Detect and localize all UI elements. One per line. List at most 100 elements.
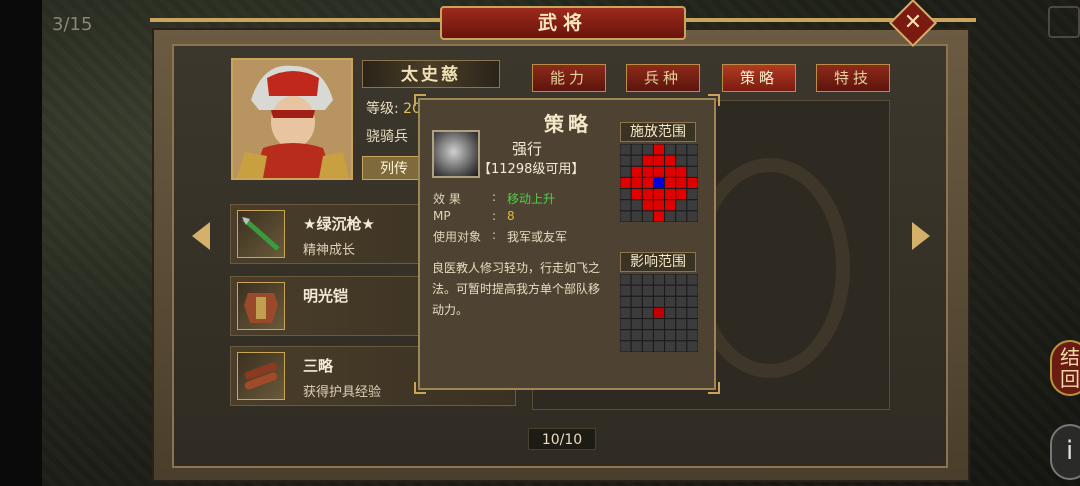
tab-special-skill[interactable]: 特技 [816,64,890,92]
range-cell [620,144,632,156]
range-cell [652,144,666,156]
range-cell [664,340,677,352]
range-cell [675,210,688,222]
range-cell [686,318,698,331]
cast-range-grid [620,144,698,222]
corner-ornament [708,94,720,106]
range-cell [686,340,698,352]
colon: : [492,190,497,204]
range-cell [630,306,643,320]
range-cell [641,318,654,331]
range-cell [675,176,688,190]
mp-label: MP [433,209,451,223]
range-cell [652,295,666,308]
item-name: 明光铠 [303,287,349,305]
range-cell [652,199,666,212]
target-value: 我军或友军 [507,230,568,244]
range-cell [686,284,698,297]
range-cell [686,176,698,190]
range-cell [641,188,654,201]
range-cell [675,284,688,297]
range-cell [686,295,698,308]
range-cell [675,318,688,331]
level-label: 等级: [366,101,399,117]
corner-ornament [708,382,720,394]
tab-troops[interactable]: 兵种 [626,64,700,92]
range-cell [652,318,666,331]
target-label: 使用对象 [433,230,482,244]
range-cell [630,274,643,286]
range-cell [664,154,677,167]
range-cell [630,284,643,297]
title-ornament-left [150,18,440,22]
unit-type: 骁骑兵 [366,129,408,145]
effect-value: 移动上升 [507,192,556,206]
scroll-icon [237,352,285,400]
range-cell [641,329,654,342]
range-cell [620,274,632,286]
range-cell [620,188,632,201]
range-cell [652,176,666,190]
range-cell [641,144,654,156]
range-cell [641,210,654,222]
range-cell [620,318,632,331]
mp-value: 8 [507,209,515,223]
range-cell [620,329,632,342]
range-cell [686,188,698,201]
range-cell [630,295,643,308]
range-cell [641,199,654,212]
range-cell [641,154,654,167]
range-cell [686,165,698,178]
range-cell [664,199,677,212]
range-cell [675,199,688,212]
item-desc: 获得护具经验 [303,385,382,400]
range-cell [620,199,632,212]
range-cell [664,329,677,342]
range-cell [630,144,643,156]
range-cell [675,295,688,308]
range-cell [641,306,654,320]
general-name: 太史慈 [362,60,500,88]
item-desc: 精神成长 [303,243,356,258]
biography-button[interactable]: 列传 [362,156,426,180]
range-cell [675,144,688,156]
effect-range-label: 影响范围 [620,252,696,272]
effect-range-grid [620,274,698,352]
range-cell [641,340,654,352]
range-cell [630,329,643,342]
item-name: 三略 [303,357,334,375]
range-cell [620,154,632,167]
skill-requirement: 【11298级可用】 [478,162,585,177]
range-cell [675,188,688,201]
range-cell [652,329,666,342]
close-icon[interactable]: ✕ [896,6,930,40]
range-cell [641,274,654,286]
range-cell [664,176,677,190]
skill-name: 强行 [512,140,543,158]
range-cell [664,144,677,156]
spear-icon [237,210,285,258]
range-cell [620,306,632,320]
end-turn-button[interactable]: 结 回 [1050,340,1080,396]
range-cell [620,176,632,190]
cast-range-label: 施放范围 [620,122,696,142]
range-cell [620,210,632,222]
tab-ability[interactable]: 能力 [532,64,606,92]
range-cell [664,210,677,222]
level-row: 等级: 20 [366,98,421,118]
range-cell [675,329,688,342]
tab-strategy[interactable]: 策略 [722,64,796,92]
item-name: ★绿沉枪★ [303,215,375,233]
range-cell [630,154,643,167]
range-cell [686,199,698,212]
range-cell [630,340,643,352]
previous-general-arrow-icon[interactable] [192,222,210,250]
range-cell [686,144,698,156]
range-cell [664,306,677,320]
range-cell [630,176,643,190]
range-cell [675,340,688,352]
menu-button[interactable] [1048,6,1080,38]
info-button[interactable]: i [1050,424,1080,480]
range-cell [675,165,688,178]
next-general-arrow-icon[interactable] [912,222,930,250]
